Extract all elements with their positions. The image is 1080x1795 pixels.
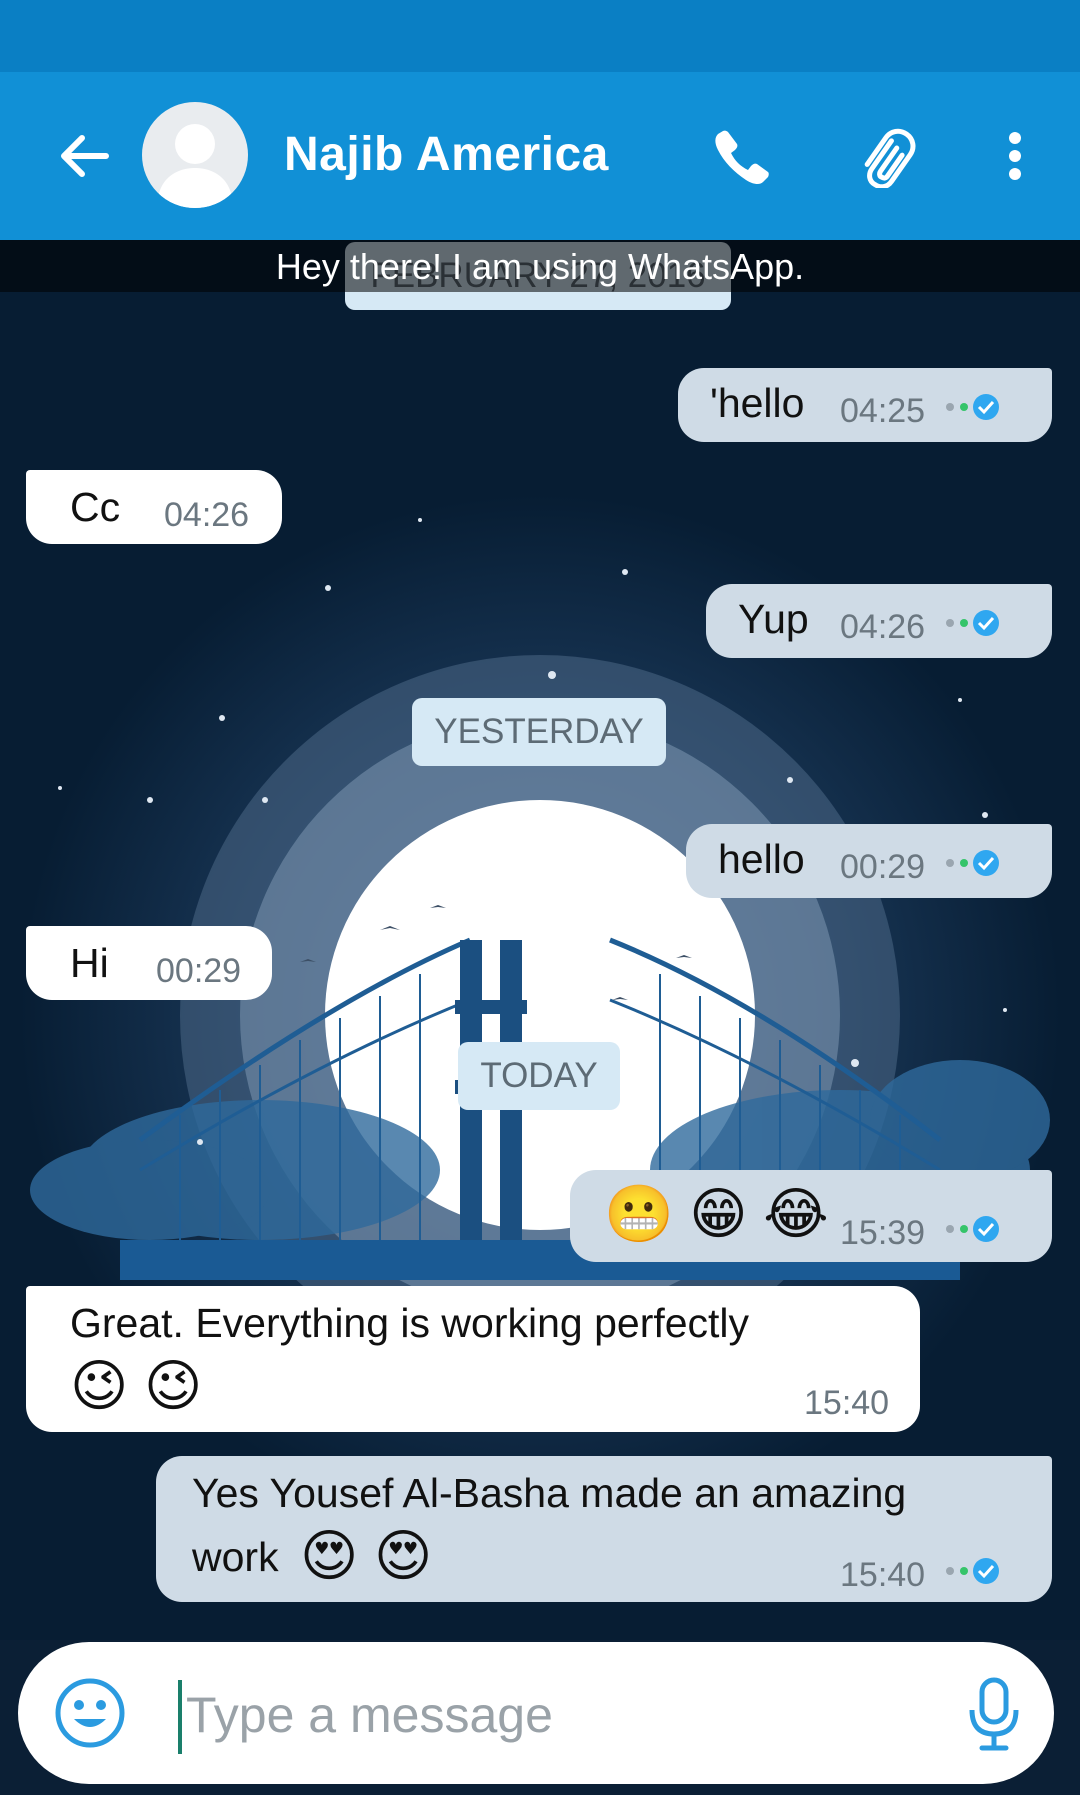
message-text: Cc	[70, 484, 121, 530]
read-receipt-icon	[946, 1216, 999, 1242]
date-separator-yesterday: YESTERDAY	[412, 698, 666, 766]
message-bubble-incoming[interactable]: Hi 00:29	[26, 926, 272, 1000]
system-status-bar	[0, 0, 1080, 72]
message-time: 00:29	[840, 848, 926, 886]
read-receipt-icon	[946, 610, 999, 636]
text-cursor	[178, 1680, 182, 1754]
message-time: 04:26	[164, 496, 250, 534]
message-text-continued: work	[192, 1534, 279, 1580]
message-time: 15:39	[840, 1214, 926, 1252]
message-text: Yup	[738, 596, 809, 642]
read-receipt-icon	[946, 394, 999, 420]
message-bubble-outgoing[interactable]: Yup 04:26	[706, 584, 1052, 658]
message-bubble-incoming[interactable]: Great. Everything is working perfectly 😉…	[26, 1286, 920, 1432]
message-time: 04:25	[840, 392, 926, 430]
message-bubble-outgoing[interactable]: 😬 😁 😂 15:39	[570, 1170, 1052, 1262]
message-text: Hi	[70, 940, 109, 986]
paperclip-icon[interactable]	[854, 124, 918, 188]
message-text: 'hello	[710, 380, 805, 426]
message-bubble-incoming[interactable]: Cc 04:26	[26, 470, 282, 544]
contact-status-text: Hey there! I am using WhatsApp.	[275, 246, 805, 287]
message-time: 00:29	[156, 952, 242, 990]
message-emoji: 😉 😉	[70, 1354, 203, 1417]
message-bubble-outgoing[interactable]: 'hello 04:25	[678, 368, 1052, 442]
message-text: Yes Yousef Al-Basha made an amazing	[192, 1470, 907, 1516]
avatar[interactable]	[142, 102, 248, 208]
avatar-placeholder-icon	[157, 124, 233, 208]
arrow-left-icon[interactable]	[52, 124, 116, 188]
contact-name[interactable]: Najib America	[284, 127, 609, 182]
message-text: Great. Everything is working perfectly	[70, 1300, 750, 1346]
contact-status-banner: Hey there! I am using WhatsApp.	[0, 240, 1080, 292]
message-composer: Type a message	[18, 1642, 1054, 1784]
chat-header: Najib America	[0, 72, 1080, 240]
message-emoji: 😍 😍	[300, 1524, 433, 1587]
message-time: 15:40	[804, 1384, 890, 1422]
emoji-icon[interactable]	[54, 1677, 126, 1749]
message-time: 04:26	[840, 608, 926, 646]
date-separator-today: TODAY	[458, 1042, 620, 1110]
message-emoji: 😬 😁 😂	[604, 1182, 829, 1245]
read-receipt-icon	[946, 1558, 999, 1584]
message-bubble-outgoing[interactable]: hello 00:29	[686, 824, 1052, 898]
message-input[interactable]: Type a message	[186, 1686, 553, 1744]
message-text: hello	[718, 836, 805, 882]
message-bubble-outgoing[interactable]: Yes Yousef Al-Basha made an amazing work…	[156, 1456, 1052, 1602]
phone-icon[interactable]	[710, 124, 774, 188]
microphone-icon[interactable]	[958, 1676, 1030, 1752]
read-receipt-icon	[946, 850, 999, 876]
message-time: 15:40	[840, 1556, 926, 1594]
chat-area[interactable]: Hey there! I am using WhatsApp. FEBRUARY…	[0, 240, 1080, 1640]
more-vert-icon[interactable]	[1000, 124, 1030, 188]
